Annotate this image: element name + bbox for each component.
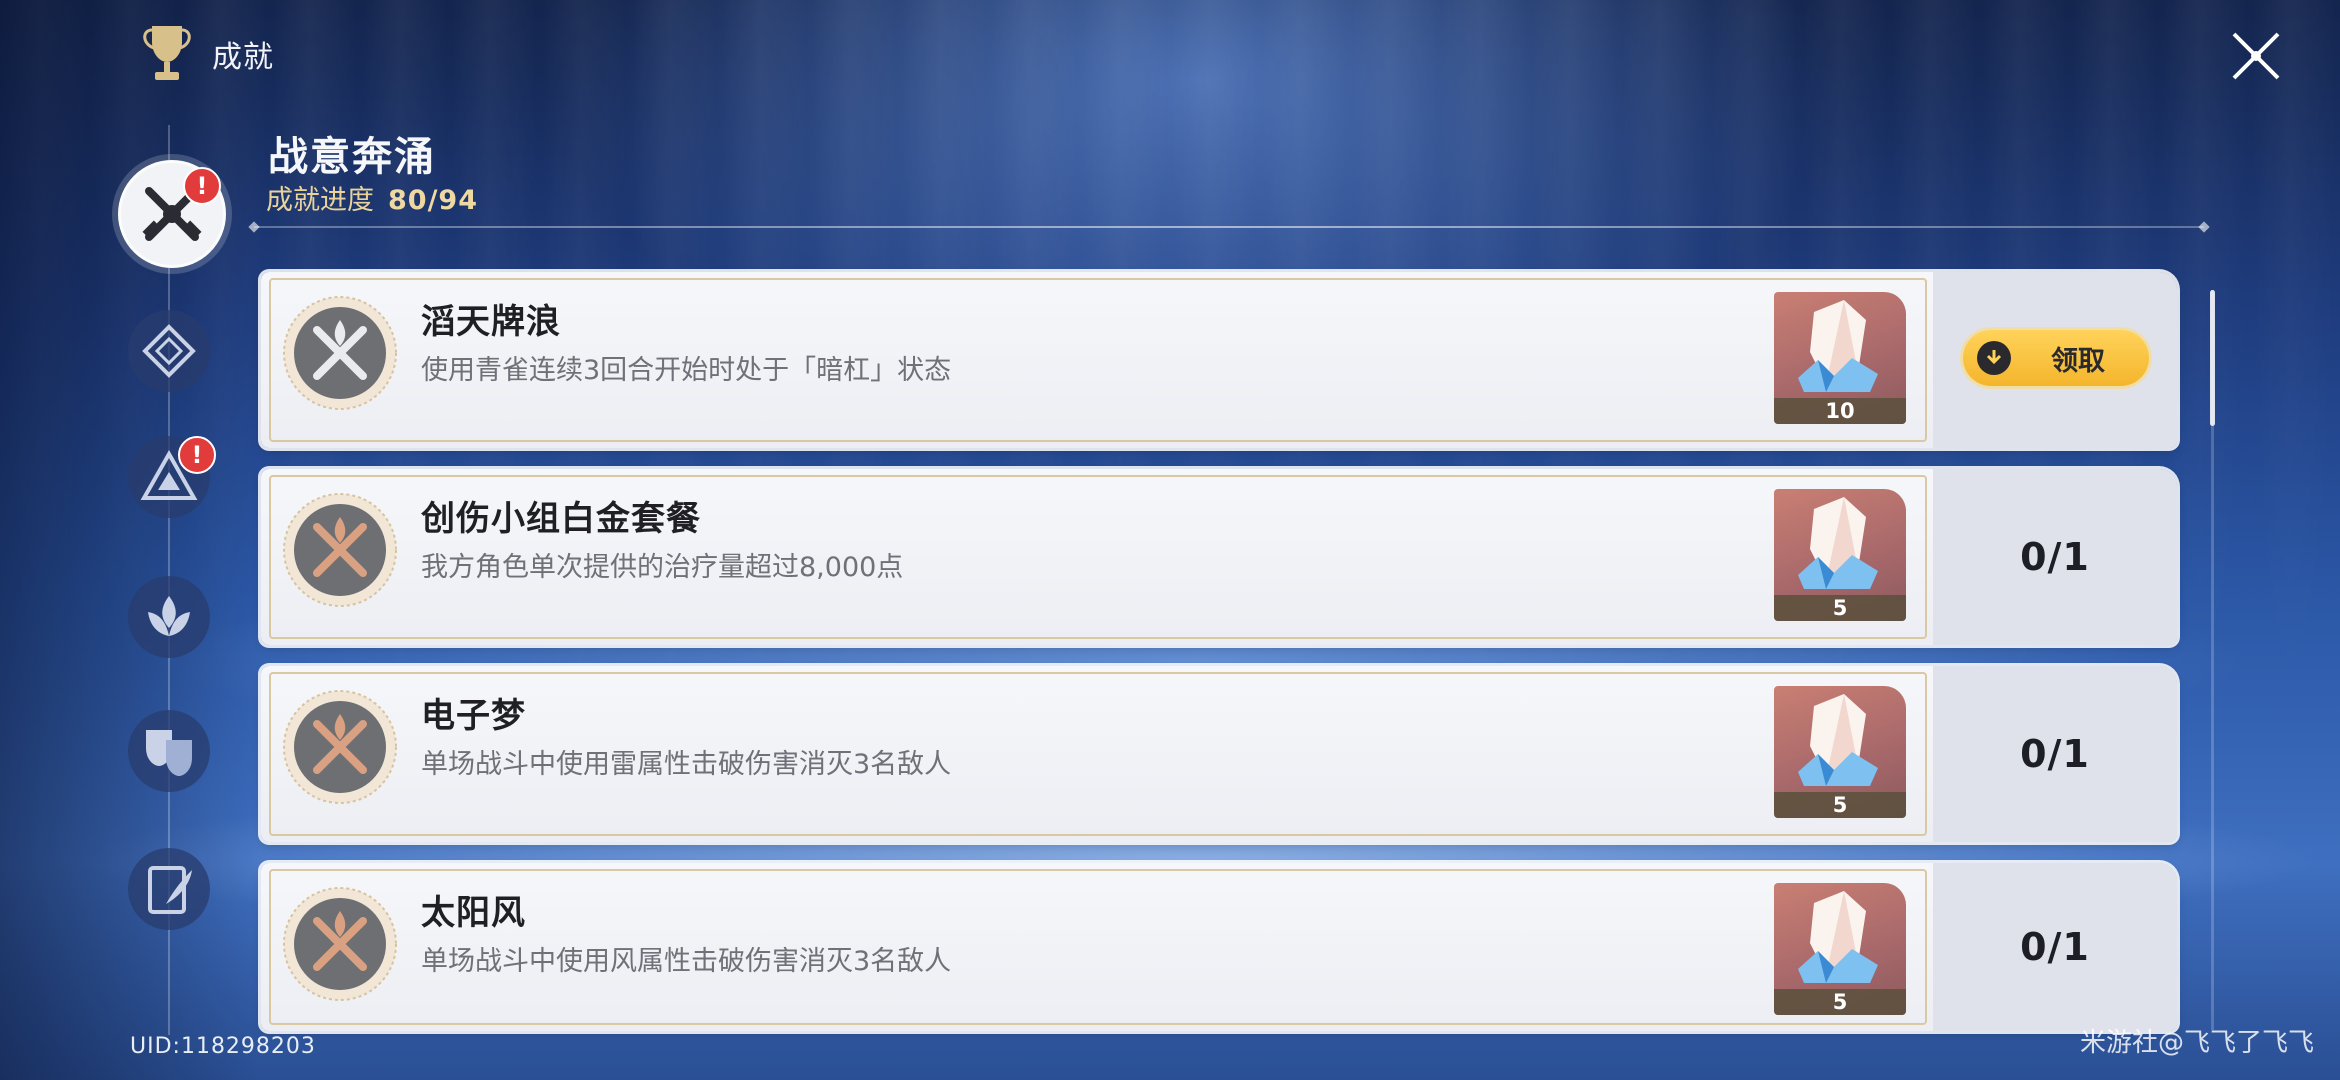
reward-item[interactable]: 5 [1774,883,1906,1015]
trophy-icon [143,26,191,80]
close-icon[interactable] [2228,28,2284,84]
reward-count: 5 [1774,989,1906,1015]
nav-item-battle[interactable]: ! [118,160,226,268]
scrollbar-thumb[interactable] [2210,290,2215,426]
achievement-medal-icon [283,690,397,804]
achievement-status: 0/1 [2020,535,2090,579]
achievement-medal-icon [283,493,397,607]
category-title: 战意奔涌 [268,134,436,180]
reward-item[interactable]: 5 [1774,686,1906,818]
achievement-name: 创伤小组白金套餐 [421,499,701,539]
progress-value: 80/94 [388,185,479,216]
achievement-medal-icon [283,296,397,410]
achievement-name: 太阳风 [421,893,526,933]
reward-count: 5 [1774,792,1906,818]
achievement-card: 太阳风 单场战斗中使用风属性击破伤害消灭3名敌人 5 0/1 [261,863,2177,1031]
achievement-description: 单场战斗中使用雷属性击破伤害消灭3名敌人 [421,749,952,780]
stellar-jade-icon [1798,497,1878,589]
achievement-card: 滔天牌浪 使用青雀连续3回合开始时处于「暗杠」状态 10 领取 [261,272,2177,448]
download-arrow-icon [1977,341,2011,375]
claim-label: 领取 [2051,345,2105,377]
achievement-card: 创伤小组白金套餐 我方角色单次提供的治疗量超过8,000点 5 0/1 [261,469,2177,645]
claim-button[interactable]: 领取 [1963,330,2149,386]
nav-item-story[interactable] [128,848,210,930]
achievement-description: 我方角色单次提供的治疗量超过8,000点 [421,552,904,583]
diamond-emblem-icon [142,324,196,378]
reward-item[interactable]: 10 [1774,292,1906,424]
achievement-progress: 成就进度 80/94 [266,178,478,217]
sidebar-shade [0,0,260,1080]
alert-badge: ! [183,167,221,205]
progress-label: 成就进度 [266,185,374,216]
reward-count: 5 [1774,595,1906,621]
reward-count: 10 [1774,398,1906,424]
watermark: 米游社@飞飞了飞飞 [2079,1028,2314,1058]
achievement-name: 电子梦 [421,696,526,736]
lotus-emblem-icon [148,596,190,636]
reward-item[interactable]: 5 [1774,489,1906,621]
achievement-card: 电子梦 单场战斗中使用雷属性击破伤害消灭3名敌人 5 0/1 [261,666,2177,842]
stellar-jade-icon [1798,694,1878,786]
nav-item-universe[interactable]: ! [128,436,216,518]
achievement-status: 0/1 [2020,732,2090,776]
user-uid: UID:118298203 [130,1034,316,1059]
notebook-quill-icon [148,866,192,914]
achievement-description: 单场战斗中使用风属性击破伤害消灭3名敌人 [421,946,952,977]
page-title: 成就 [212,40,274,75]
header: 成就 [140,22,274,86]
stellar-jade-icon [1798,300,1878,392]
nav-item-drama[interactable] [128,710,210,792]
achievement-medal-icon [283,887,397,1001]
nav-item-vision[interactable] [128,576,210,658]
header-divider [254,226,2204,228]
achievement-name: 滔天牌浪 [421,302,561,342]
nav-item-explore[interactable] [128,310,210,392]
theater-masks-icon [146,730,192,776]
alert-badge: ! [178,436,216,474]
achievement-description: 使用青雀连续3回合开始时处于「暗杠」状态 [421,355,952,386]
achievement-status: 0/1 [2020,925,2090,969]
stellar-jade-icon [1798,891,1878,983]
